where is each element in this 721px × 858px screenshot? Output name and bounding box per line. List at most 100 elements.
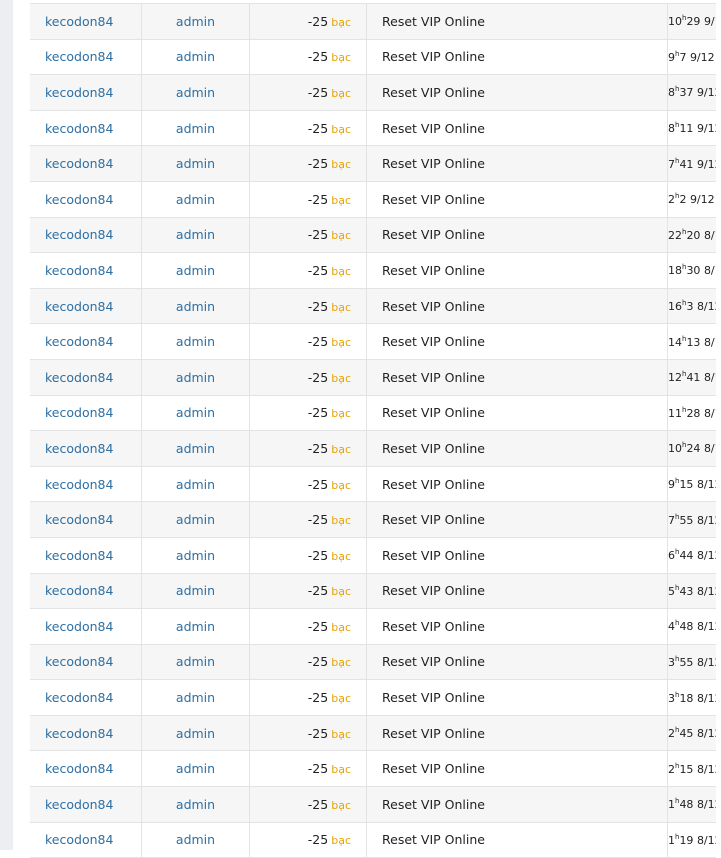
- user-link[interactable]: kecodon84: [45, 726, 113, 741]
- admin-link[interactable]: admin: [176, 690, 215, 705]
- transaction-history-table: kecodon84 admin -25 bạc Reset VIP Online 10h2…: [30, 3, 716, 858]
- admin-link[interactable]: admin: [176, 299, 215, 314]
- user-link[interactable]: kecodon84: [45, 797, 113, 812]
- admin-link[interactable]: admin: [176, 761, 215, 776]
- action-text: Reset VIP Online: [382, 369, 485, 385]
- admin-link[interactable]: admin: [176, 548, 215, 563]
- currency-unit: bạc: [331, 300, 351, 314]
- time-minute: 19: [679, 833, 694, 847]
- time-hour: 3: [668, 691, 675, 705]
- time-date: 8/12: [696, 620, 716, 634]
- action-text: Reset VIP Online: [382, 227, 485, 243]
- admin-cell: admin: [141, 430, 250, 467]
- admin-link[interactable]: admin: [176, 121, 215, 136]
- amount-value: -25: [307, 618, 329, 634]
- amount-value: -25: [307, 334, 329, 350]
- user-link[interactable]: kecodon84: [45, 761, 113, 776]
- admin-link[interactable]: admin: [176, 619, 215, 634]
- time-minute: 15: [679, 478, 694, 492]
- table-row: kecodon84 admin -25 bạc Reset VIP Online 10h2…: [30, 430, 716, 467]
- currency-unit: bạc: [331, 264, 351, 278]
- action-cell: Reset VIP Online: [366, 145, 668, 182]
- user-link[interactable]: kecodon84: [45, 405, 113, 420]
- user-link[interactable]: kecodon84: [45, 334, 113, 349]
- time-hour: 6: [668, 549, 675, 563]
- admin-link[interactable]: admin: [176, 726, 215, 741]
- admin-cell: admin: [141, 394, 250, 432]
- currency-unit: bạc: [331, 336, 351, 350]
- time-date: 8/12: [703, 442, 716, 456]
- amount-cell: -25 bạc: [249, 714, 367, 752]
- admin-link[interactable]: admin: [176, 263, 215, 278]
- admin-cell: admin: [141, 643, 250, 681]
- user-link[interactable]: kecodon84: [45, 49, 113, 64]
- user-link[interactable]: kecodon84: [45, 85, 113, 100]
- admin-link[interactable]: admin: [176, 477, 215, 492]
- left-gutter: [0, 0, 13, 850]
- user-link[interactable]: kecodon84: [45, 370, 113, 385]
- user-link[interactable]: kecodon84: [45, 263, 113, 278]
- user-cell: kecodon84: [30, 287, 142, 325]
- admin-link[interactable]: admin: [176, 405, 215, 420]
- admin-link[interactable]: admin: [176, 227, 215, 242]
- admin-link[interactable]: admin: [176, 832, 215, 847]
- user-cell: kecodon84: [30, 714, 142, 752]
- user-link[interactable]: kecodon84: [45, 477, 113, 492]
- admin-link[interactable]: admin: [176, 192, 215, 207]
- amount-cell: -25 bạc: [249, 394, 367, 432]
- admin-link[interactable]: admin: [176, 85, 215, 100]
- currency-unit: bạc: [331, 763, 351, 777]
- time-cell: 3h55 8/12: [667, 643, 716, 681]
- action-cell: Reset VIP Online: [366, 216, 668, 254]
- amount-value: -25: [307, 440, 329, 456]
- user-link[interactable]: kecodon84: [45, 832, 113, 847]
- user-link[interactable]: kecodon84: [45, 192, 113, 207]
- time-date: 8/12: [696, 549, 716, 563]
- user-link[interactable]: kecodon84: [45, 227, 113, 242]
- table-row: kecodon84 admin -25 bạc Reset VIP Online 3h55…: [30, 643, 716, 681]
- user-link[interactable]: kecodon84: [45, 654, 113, 669]
- amount-value: -25: [307, 654, 329, 670]
- user-link[interactable]: kecodon84: [45, 548, 113, 563]
- action-cell: Reset VIP Online: [366, 786, 668, 823]
- user-link[interactable]: kecodon84: [45, 14, 113, 29]
- user-link[interactable]: kecodon84: [45, 156, 113, 171]
- amount-cell: -25 bạc: [249, 216, 367, 254]
- admin-link[interactable]: admin: [176, 512, 215, 527]
- admin-cell: admin: [141, 323, 250, 360]
- user-link[interactable]: kecodon84: [45, 619, 113, 634]
- action-cell: Reset VIP Online: [366, 74, 668, 111]
- time-cell: 4h48 8/12: [667, 608, 716, 645]
- admin-link[interactable]: admin: [176, 14, 215, 29]
- user-link[interactable]: kecodon84: [45, 690, 113, 705]
- table-row: kecodon84 admin -25 bạc Reset VIP Online 4h48…: [30, 608, 716, 645]
- admin-link[interactable]: admin: [176, 654, 215, 669]
- admin-cell: admin: [141, 216, 250, 254]
- table-row: kecodon84 admin -25 bạc Reset VIP Online 14h1…: [30, 323, 716, 360]
- admin-link[interactable]: admin: [176, 49, 215, 64]
- amount-cell: -25 bạc: [249, 821, 367, 858]
- admin-link[interactable]: admin: [176, 370, 215, 385]
- amount-value: -25: [307, 120, 329, 136]
- admin-link[interactable]: admin: [176, 334, 215, 349]
- admin-link[interactable]: admin: [176, 583, 215, 598]
- admin-cell: admin: [141, 536, 250, 574]
- amount-cell: -25 bạc: [249, 750, 367, 788]
- admin-link[interactable]: admin: [176, 797, 215, 812]
- user-cell: kecodon84: [30, 252, 142, 289]
- user-cell: kecodon84: [30, 3, 142, 40]
- user-link[interactable]: kecodon84: [45, 299, 113, 314]
- table-row: kecodon84 admin -25 bạc Reset VIP Online 18h3…: [30, 252, 716, 289]
- user-link[interactable]: kecodon84: [45, 583, 113, 598]
- action-text: Reset VIP Online: [382, 440, 485, 456]
- action-cell: Reset VIP Online: [366, 252, 668, 289]
- admin-link[interactable]: admin: [176, 156, 215, 171]
- user-link[interactable]: kecodon84: [45, 441, 113, 456]
- user-link[interactable]: kecodon84: [45, 121, 113, 136]
- time-date: 8/12: [696, 691, 716, 705]
- admin-link[interactable]: admin: [176, 441, 215, 456]
- amount-cell: -25 bạc: [249, 572, 367, 610]
- user-link[interactable]: kecodon84: [45, 512, 113, 527]
- time-minute: 48: [679, 620, 694, 634]
- amount-cell: -25 bạc: [249, 38, 367, 76]
